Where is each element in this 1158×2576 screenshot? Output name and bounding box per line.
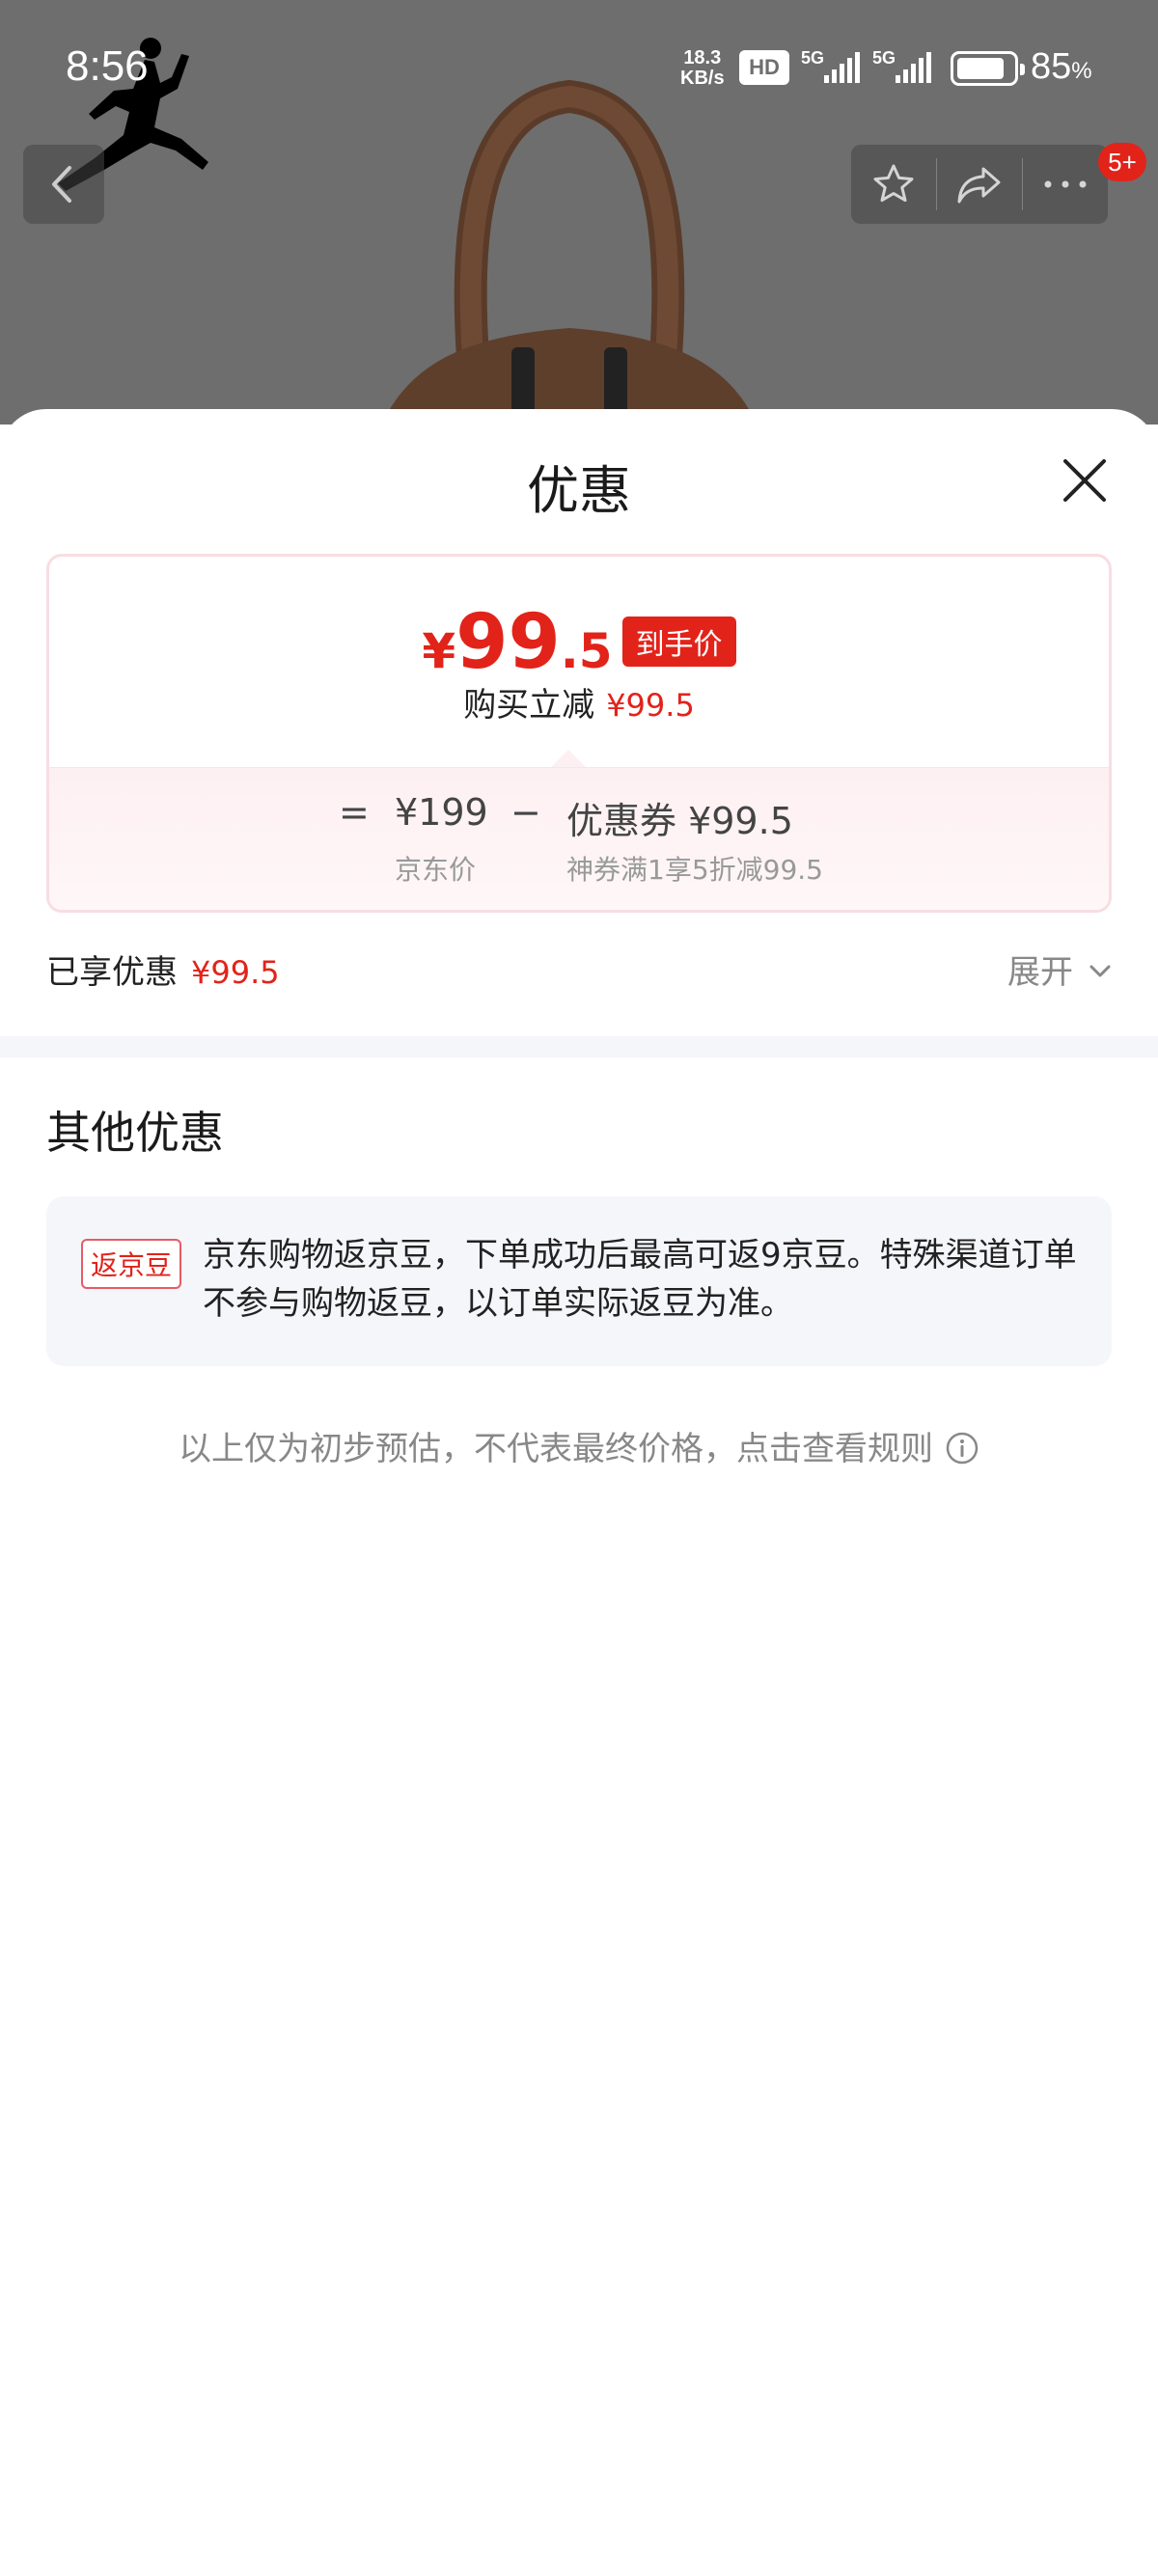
sheet-title: 优惠	[527, 460, 631, 521]
info-icon	[946, 1432, 979, 1465]
jd-price-value: ¥199	[395, 791, 488, 834]
final-price-section: ¥99.5 到手价 购买立减 ¥99.5	[49, 557, 1109, 767]
status-time: 8:56	[66, 42, 149, 90]
more-icon	[1044, 180, 1087, 188]
battery-icon	[951, 51, 1025, 86]
discount-sheet: 优惠 ¥99.5 到手价 购买立减 ¥99.5 = ¥199 京东价 − 优惠券 ¥…	[0, 409, 1158, 2576]
instant-reduction: 购买立减 ¥99.5	[463, 686, 695, 725]
star-icon	[873, 164, 914, 203]
hd-voice-icon: HD	[739, 50, 789, 85]
jd-price-label: 京东价	[395, 854, 477, 886]
message-count-badge: 5+	[1098, 143, 1146, 181]
section-divider	[0, 1036, 1158, 1057]
network-speed: 18.3 KB/s	[680, 47, 725, 89]
top-action-group	[851, 145, 1108, 224]
rules-footnote[interactable]: 以上仅为初步预估，不代表最终价格，点击查看规则	[0, 1422, 1158, 1469]
signal-icon-2: 5G	[872, 48, 942, 87]
status-bar: 8:56 18.3 KB/s HD 5G 5G 85%	[0, 0, 1158, 135]
battery-level-fill	[957, 58, 1004, 79]
back-arrow-icon	[52, 166, 71, 203]
final-price-tag: 到手价	[621, 617, 736, 667]
coupon-value: 优惠券 ¥99.5	[566, 800, 793, 842]
final-price: ¥99.5 到手价	[49, 599, 1109, 686]
price-breakdown-card: ¥99.5 到手价 购买立减 ¥99.5 = ¥199 京东价 − 优惠券 ¥99.…	[46, 554, 1112, 913]
price-formula: = ¥199 京东价 − 优惠券 ¥99.5 神券满1享5折减99.5	[49, 767, 1109, 910]
more-button[interactable]	[1023, 145, 1108, 224]
share-button[interactable]	[937, 145, 1022, 224]
share-icon	[957, 167, 1001, 204]
card-notch	[551, 750, 586, 767]
jd-beans-tag: 返京豆	[81, 1239, 182, 1289]
battery-percent: 85%	[1031, 46, 1092, 87]
close-button[interactable]	[1058, 453, 1112, 507]
other-discounts-title: 其他优惠	[46, 1107, 224, 1159]
equals-sign: =	[339, 791, 370, 834]
coupon-description: 神券满1享5折减99.5	[566, 854, 823, 886]
jd-beans-text: 京东购物返京豆，下单成功后最高可返9京豆。特殊渠道订单不参与购物返豆，以订单实际…	[203, 1236, 1077, 1323]
expand-button[interactable]: 展开	[1007, 945, 1073, 993]
chevron-down-icon[interactable]	[1087, 961, 1114, 980]
enjoyed-discount: 已享优惠 ¥99.5	[46, 953, 280, 992]
minus-sign: −	[510, 791, 541, 834]
favorite-button[interactable]	[851, 145, 936, 224]
signal-icon-1: 5G	[801, 48, 870, 87]
jd-beans-promo: 返京豆 京东购物返京豆，下单成功后最高可返9京豆。特殊渠道订单不参与购物返豆，以…	[46, 1196, 1112, 1366]
close-icon	[1063, 459, 1106, 502]
back-button[interactable]	[23, 145, 104, 224]
